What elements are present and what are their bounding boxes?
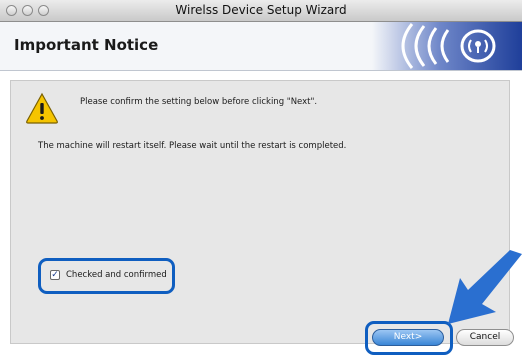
restart-message: The machine will restart itself. Please … [38,141,347,151]
confirm-checkbox[interactable]: ✓ [50,270,60,280]
title-bar: Wirelss Device Setup Wizard [0,0,522,22]
page-title: Important Notice [14,36,159,54]
pointer-arrow-icon [448,250,522,324]
next-button[interactable]: Next> [372,329,444,346]
warning-icon [26,92,58,124]
window-title: Wirelss Device Setup Wizard [175,3,347,17]
cancel-button[interactable]: Cancel [456,329,514,346]
confirm-checkbox-label[interactable]: Checked and confirmed [66,270,167,280]
confirm-message: Please confirm the setting below before … [80,97,318,107]
wizard-window: Wirelss Device Setup Wizard Important No… [0,0,522,355]
wireless-logo-icon [372,22,522,70]
